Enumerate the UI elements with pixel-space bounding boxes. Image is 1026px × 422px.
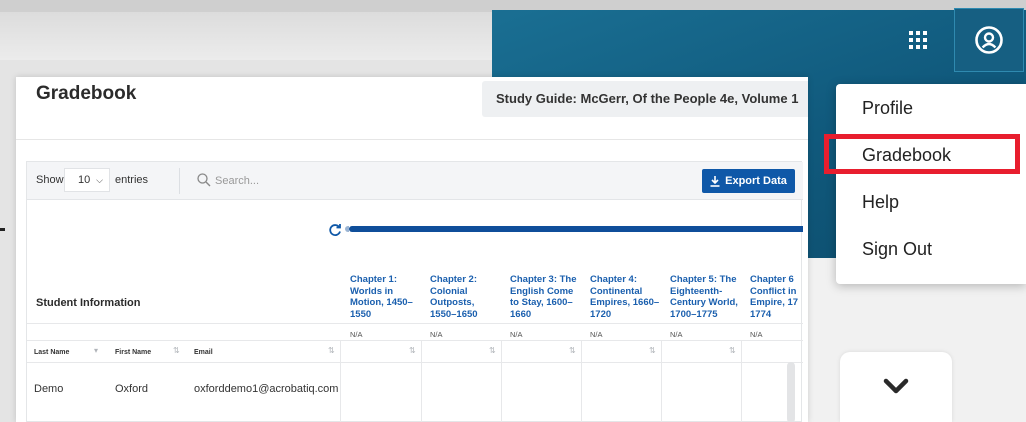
sort-icon[interactable]: ⇅ bbox=[328, 346, 335, 355]
chapter-title: Chapter 4: Continental Empires, 1660–172… bbox=[590, 274, 660, 320]
page-title: Gradebook bbox=[36, 83, 137, 104]
user-menu-button[interactable] bbox=[954, 8, 1024, 72]
study-guide-label: Study Guide: McGerr, Of the People 4e, V… bbox=[482, 81, 808, 117]
scroll-down-button[interactable] bbox=[840, 352, 952, 422]
chevron-down-icon bbox=[883, 378, 909, 394]
chapter-title: Chapter 3: The English Come to Stay, 160… bbox=[510, 274, 577, 320]
column-divider bbox=[741, 340, 742, 422]
menu-item-sign-out[interactable]: Sign Out bbox=[862, 235, 932, 263]
export-data-button[interactable]: Export Data bbox=[702, 169, 795, 193]
row-divider bbox=[27, 362, 803, 363]
chapter-score: N/A bbox=[510, 330, 523, 339]
cell-email: oxforddemo1@acrobatiq.com bbox=[194, 383, 339, 395]
chapter-3-header[interactable]: Chapter 3: The English Come to Stay, 160… bbox=[510, 244, 582, 320]
user-dropdown-menu: Profile Gradebook Help Sign Out bbox=[836, 84, 1026, 284]
chapter-4-header[interactable]: Chapter 4: Continental Empires, 1660–172… bbox=[590, 244, 662, 320]
chapter-title: Chapter 1: Worlds in Motion, 1450–1550 bbox=[350, 274, 413, 320]
chapter-1-header[interactable]: Chapter 1: Worlds in Motion, 1450–1550 bbox=[350, 244, 422, 320]
chapter-score: N/A bbox=[750, 330, 763, 339]
chevron-down-icon: ⌵ bbox=[96, 175, 103, 185]
sort-icon[interactable]: ⇅ bbox=[173, 346, 180, 355]
chapter-title: Chapter 2: Colonial Outposts, 1550–1650 bbox=[430, 274, 478, 320]
column-divider bbox=[340, 340, 341, 422]
export-data-label: Export Data bbox=[725, 175, 787, 187]
table-toolbar: Show 10 ⌵ entries Export Data bbox=[27, 162, 803, 200]
gradebook-highlight-box bbox=[824, 134, 1020, 174]
chapter-title: Chapter 6 Conflict in Empire, 17 1774 bbox=[750, 274, 799, 320]
chapter-6-header[interactable]: Chapter 6 Conflict in Empire, 17 1774 bbox=[750, 244, 803, 320]
user-circle-icon bbox=[975, 26, 1003, 54]
refresh-icon[interactable] bbox=[328, 223, 342, 237]
download-icon bbox=[710, 175, 720, 187]
sort-icon[interactable]: ⇅ bbox=[649, 346, 656, 355]
cell-first-name: Oxford bbox=[115, 383, 149, 395]
column-divider bbox=[581, 340, 582, 422]
gradebook-panel: Gradebook Study Guide: McGerr, Of the Pe… bbox=[16, 77, 808, 422]
chapter-score: N/A bbox=[590, 330, 603, 339]
sort-icon[interactable]: ⇅ bbox=[409, 346, 416, 355]
show-label: Show bbox=[36, 174, 64, 186]
column-divider bbox=[501, 340, 502, 422]
header-divider bbox=[16, 139, 808, 140]
dash-mark bbox=[0, 228, 5, 231]
column-header-last-name[interactable]: Last Name bbox=[34, 349, 69, 356]
chapter-5-header[interactable]: Chapter 5: The Eighteenth-Century World,… bbox=[670, 244, 742, 320]
column-divider bbox=[421, 340, 422, 422]
chapter-score: N/A bbox=[350, 330, 363, 339]
student-information-header: Student Information bbox=[36, 297, 141, 309]
chapter-score: N/A bbox=[430, 330, 443, 339]
entries-label: entries bbox=[115, 174, 149, 186]
chapter-score: N/A bbox=[670, 330, 683, 339]
column-header-email[interactable]: Email bbox=[194, 349, 213, 356]
sort-icon[interactable]: ▾ bbox=[94, 346, 98, 355]
entries-select-value: 10 bbox=[78, 174, 91, 186]
search-input[interactable] bbox=[215, 171, 415, 191]
toolbar-divider bbox=[179, 168, 180, 194]
progress-bar bbox=[349, 226, 803, 232]
gradebook-table-card: Show 10 ⌵ entries Export Data bbox=[26, 161, 803, 422]
table-scrollbar[interactable] bbox=[787, 362, 795, 422]
sort-icon[interactable]: ⇅ bbox=[729, 346, 736, 355]
sort-icon[interactable]: ⇅ bbox=[489, 346, 496, 355]
search-icon bbox=[197, 173, 211, 187]
apps-grid-button[interactable] bbox=[900, 22, 936, 58]
row-divider bbox=[27, 340, 803, 341]
menu-item-help[interactable]: Help bbox=[862, 188, 899, 216]
entries-select[interactable]: 10 ⌵ bbox=[64, 168, 110, 192]
menu-item-profile[interactable]: Profile bbox=[862, 94, 913, 122]
grid-icon bbox=[909, 31, 927, 49]
row-divider bbox=[27, 323, 803, 324]
cell-last-name: Demo bbox=[34, 383, 64, 395]
chapter-title: Chapter 5: The Eighteenth-Century World,… bbox=[670, 274, 738, 320]
chapter-2-header[interactable]: Chapter 2: Colonial Outposts, 1550–1650 bbox=[430, 244, 502, 320]
sort-icon[interactable]: ⇅ bbox=[569, 346, 576, 355]
column-header-first-name[interactable]: First Name bbox=[115, 349, 151, 356]
column-divider bbox=[661, 340, 662, 422]
